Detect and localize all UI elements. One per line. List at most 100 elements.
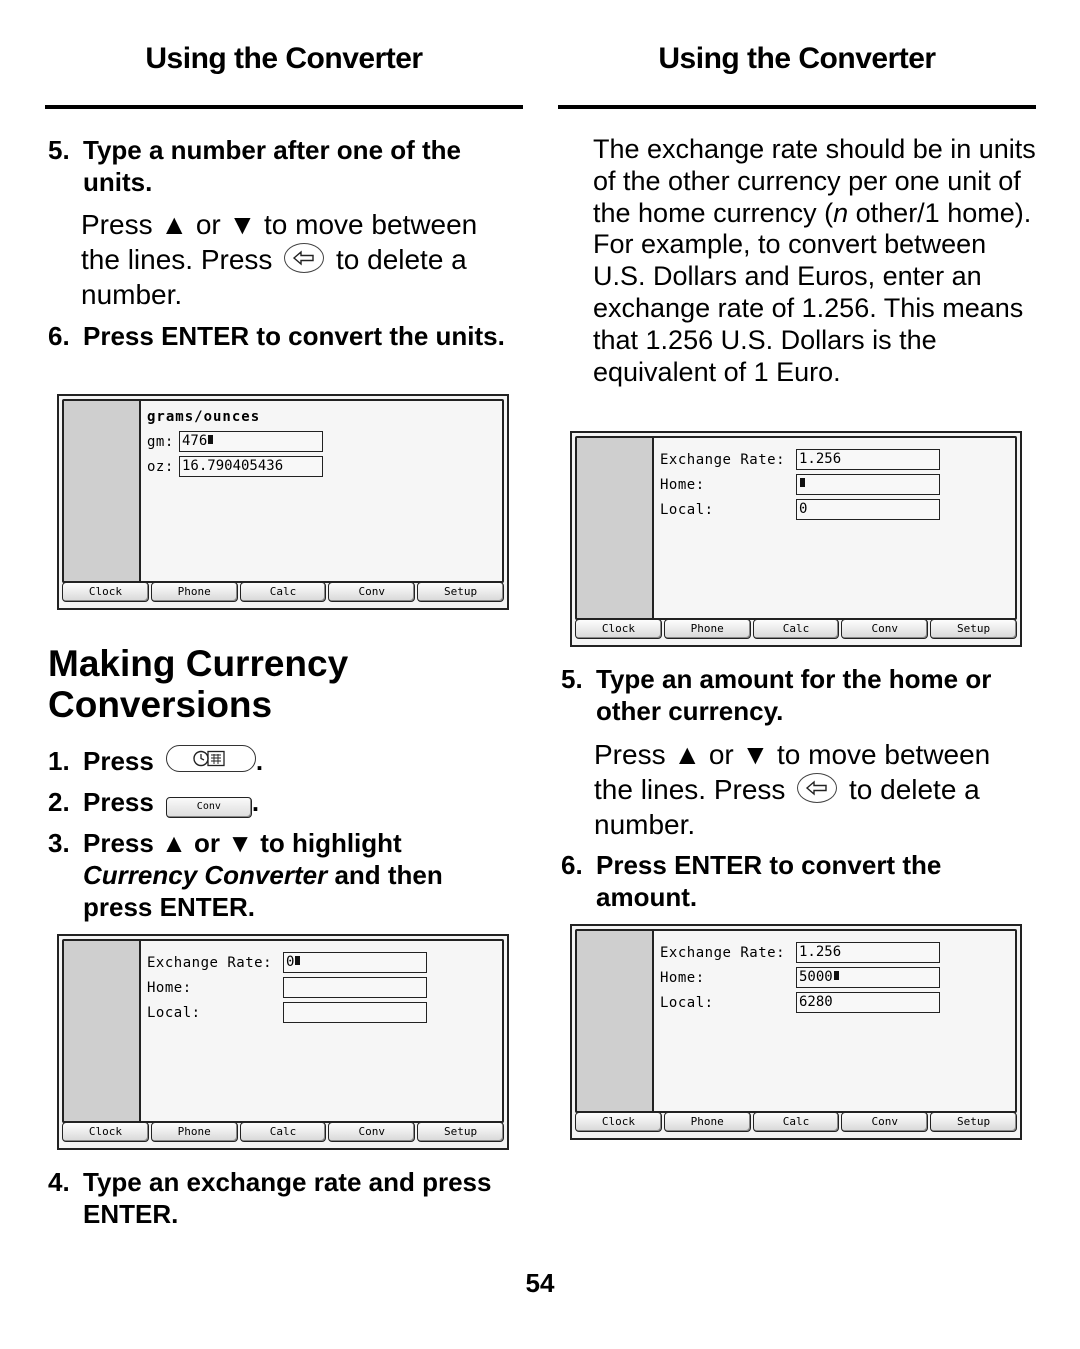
conv-key-icon: Conv [165, 797, 252, 818]
step-text: Press ENTER to convert the units. [83, 321, 505, 351]
tab-calc[interactable]: Calc [752, 1112, 840, 1132]
step-number: 5. [48, 135, 70, 165]
step-5-currency-instructions: Press ▲ or ▼ to move between the lines. … [594, 737, 1014, 842]
right-column: Using the Converter [558, 0, 1036, 109]
screen-content: Exchange Rate: 1.256 Home: 5000 Local: 6… [660, 942, 1009, 1017]
tab-phone[interactable]: Phone [663, 619, 751, 639]
text-cursor [833, 971, 839, 980]
tab-phone[interactable]: Phone [150, 1122, 238, 1142]
ounces-input[interactable]: 16.790405436 [179, 456, 323, 477]
field-row-local: Local: 6280 [660, 992, 1009, 1017]
step-text: Press [83, 746, 154, 776]
screen-tab-bar: Clock Phone Calc Conv Setup [62, 582, 504, 602]
tab-calc[interactable]: Calc [239, 1122, 327, 1142]
step-text: Type a number after one of the units. [83, 135, 462, 197]
step-text: Press [83, 787, 154, 817]
grams-input[interactable]: 476 [179, 431, 323, 452]
screen-sidebar [64, 941, 141, 1121]
tab-conv[interactable]: Conv [328, 582, 416, 602]
tab-conv[interactable]: Conv [841, 1112, 929, 1132]
converter-title: grams/ounces [147, 409, 261, 425]
field-label: Local: [660, 995, 714, 1011]
step-5-instructions: Press ▲ or ▼ to move between the lines. … [81, 207, 501, 312]
home-input[interactable] [796, 474, 940, 495]
tab-setup[interactable]: Setup [930, 1112, 1017, 1132]
screen-sidebar [577, 438, 654, 618]
tab-clock[interactable]: Clock [62, 1122, 149, 1142]
tab-conv[interactable]: Conv [841, 619, 929, 639]
field-row-exchange-rate: Exchange Rate: 0 [147, 952, 496, 977]
device-screen-currency-rate: Exchange Rate: 1.256 Home: Local: 0 Cloc… [570, 431, 1022, 647]
page-header-left: Using the Converter [145, 42, 423, 75]
field-label: Home: [147, 980, 192, 996]
field-row-local: Local: [147, 1002, 496, 1027]
field-label: Exchange Rate: [660, 452, 786, 468]
step-number: 6. [561, 850, 583, 880]
local-input[interactable] [283, 1002, 427, 1023]
text-cursor [208, 435, 214, 444]
variable-n: n [833, 197, 849, 228]
device-screen-units: grams/ounces gm: 476 oz: 16.790405436 Cl… [57, 394, 509, 610]
punctuation: . [251, 787, 260, 817]
step-6-currency: 6. Press ENTER to convert the amount. [561, 849, 1031, 913]
step-6-units: 6. Press ENTER to convert the units. [48, 320, 518, 352]
field-row-grams: gm: 476 [147, 431, 496, 456]
step-5-currency: 5. Type an amount for the home or other … [561, 663, 1031, 727]
screen-tab-bar: Clock Phone Calc Conv Setup [62, 1122, 504, 1142]
exchange-rate-explanation: The exchange rate should be in units of … [593, 134, 1038, 388]
screen-content: Exchange Rate: 0 Home: Local: [147, 952, 496, 1027]
field-label: oz: [147, 459, 174, 475]
left-column: Using the Converter [45, 0, 523, 109]
step-text: Press ENTER to convert the amount. [596, 850, 942, 912]
screen-sidebar [64, 401, 141, 581]
step-number: 1. [48, 746, 70, 776]
tab-phone[interactable]: Phone [663, 1112, 751, 1132]
screen-display: grams/ounces gm: 476 oz: 16.790405436 [62, 399, 504, 583]
home-input[interactable] [283, 977, 427, 998]
screen-sidebar [577, 931, 654, 1111]
exchange-rate-input[interactable]: 1.256 [796, 449, 940, 470]
step-number: 5. [561, 664, 583, 694]
step-text: Press ▲ or ▼ to highlight [83, 828, 402, 858]
backspace-key-icon [284, 243, 325, 273]
step-number: 3. [48, 828, 70, 858]
tab-setup[interactable]: Setup [930, 619, 1017, 639]
field-row-exchange-rate: Exchange Rate: 1.256 [660, 449, 1009, 474]
field-row-local: Local: 0 [660, 499, 1009, 524]
tab-conv[interactable]: Conv [328, 1122, 416, 1142]
local-input[interactable]: 6280 [796, 992, 940, 1013]
step-1: 1. Press . [48, 745, 518, 777]
header-rule-left [45, 105, 523, 109]
field-label: Home: [660, 970, 705, 986]
page-header-right: Using the Converter [658, 42, 936, 75]
menu-item-reference: Currency Converter [83, 860, 328, 890]
clock-calendar-key-icon [165, 745, 256, 772]
field-label: gm: [147, 434, 174, 450]
screen-content: Exchange Rate: 1.256 Home: Local: 0 [660, 449, 1009, 524]
text-cursor [295, 956, 301, 965]
tab-calc[interactable]: Calc [752, 619, 840, 639]
tab-setup[interactable]: Setup [417, 582, 504, 602]
screen-content: grams/ounces gm: 476 oz: 16.790405436 [147, 409, 496, 481]
field-label: Exchange Rate: [660, 945, 786, 961]
step-number: 6. [48, 321, 70, 351]
local-input[interactable]: 0 [796, 499, 940, 520]
device-screen-currency-result: Exchange Rate: 1.256 Home: 5000 Local: 6… [570, 924, 1022, 1140]
tab-setup[interactable]: Setup [417, 1122, 504, 1142]
tab-clock[interactable]: Clock [575, 619, 662, 639]
tab-clock[interactable]: Clock [575, 1112, 662, 1132]
section-title: Making Currency Conversions [48, 643, 349, 725]
field-row-home: Home: [660, 474, 1009, 499]
exchange-rate-input[interactable]: 0 [283, 952, 427, 973]
tab-phone[interactable]: Phone [150, 582, 238, 602]
tab-calc[interactable]: Calc [239, 582, 327, 602]
tab-clock[interactable]: Clock [62, 582, 149, 602]
screen-tab-bar: Clock Phone Calc Conv Setup [575, 619, 1017, 639]
text-cursor [800, 478, 805, 487]
page-number: 54 [525, 1268, 555, 1298]
home-input[interactable]: 5000 [796, 967, 940, 988]
exchange-rate-input[interactable]: 1.256 [796, 942, 940, 963]
screen-display: Exchange Rate: 1.256 Home: Local: 0 [575, 436, 1017, 620]
step-2: 2. Press Conv. [48, 786, 518, 818]
device-screen-currency-empty: Exchange Rate: 0 Home: Local: Clock Phon… [57, 934, 509, 1150]
